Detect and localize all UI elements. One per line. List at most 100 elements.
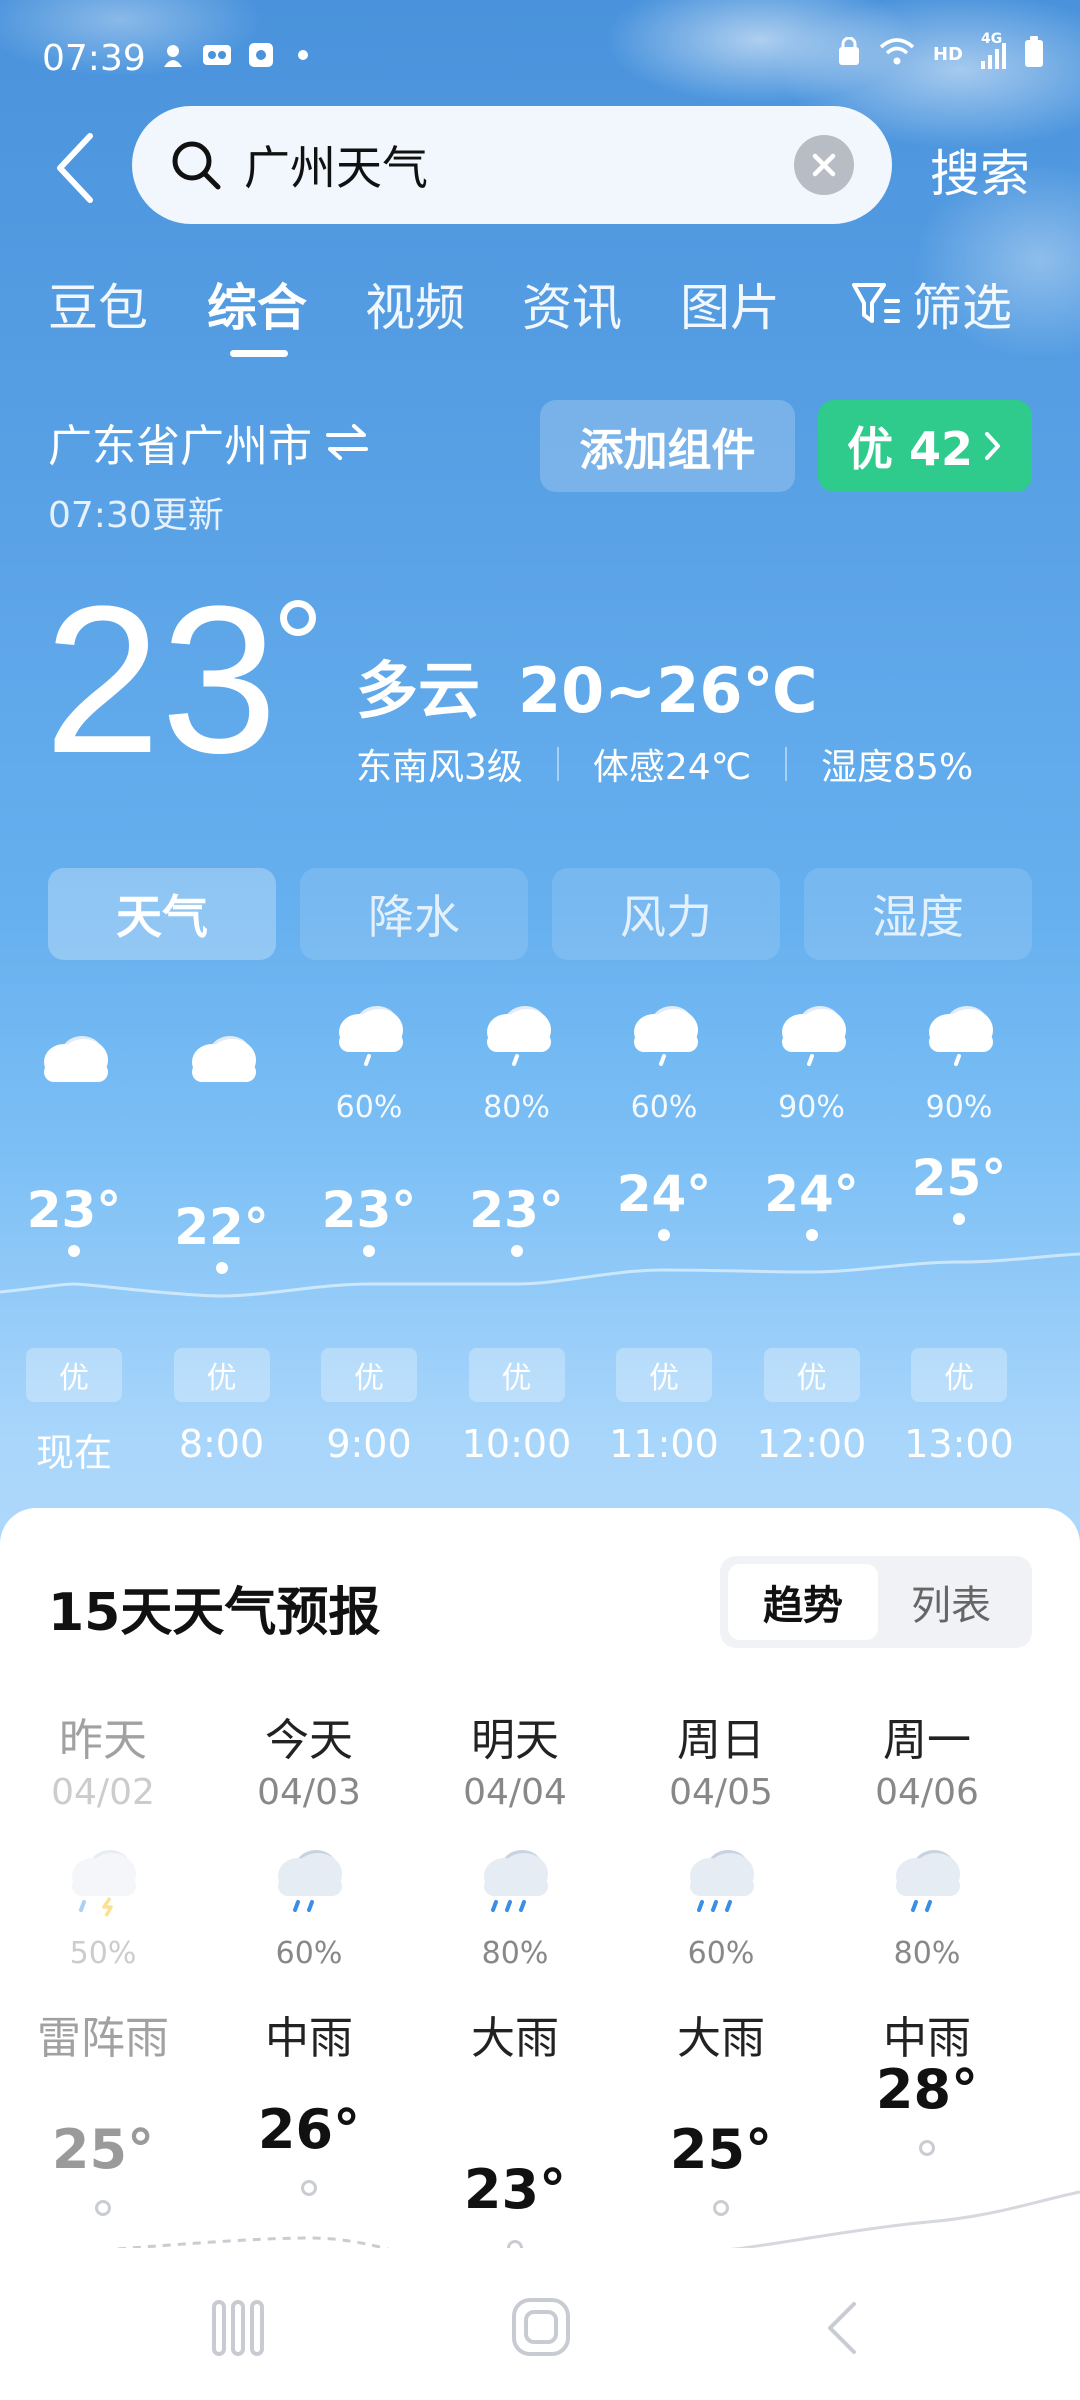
day-date: 04/06 xyxy=(875,1772,979,1813)
view-trend-button[interactable]: 趋势 xyxy=(728,1564,878,1640)
hourly-aqi-badge: 优 xyxy=(911,1348,1007,1402)
day-temperature-point xyxy=(95,2200,111,2216)
humidity: 湿度85% xyxy=(821,747,974,788)
day-condition: 雷阵雨 xyxy=(37,2013,169,2064)
day-name: 周一 xyxy=(883,1715,971,1766)
home-button[interactable] xyxy=(510,2296,572,2362)
hourly-time: 9:00 xyxy=(326,1422,412,1466)
hourly-aqi-badge: 优 xyxy=(468,1348,565,1402)
day-name: 周日 xyxy=(677,1715,765,1766)
hourly-precip-probability: 90% xyxy=(925,1090,993,1125)
hourly-time: 12:00 xyxy=(756,1422,867,1466)
back-button[interactable] xyxy=(46,128,106,208)
mode-tab-weather[interactable]: 天气 xyxy=(48,868,276,960)
back-arrow-icon xyxy=(57,133,93,203)
day-date: 04/04 xyxy=(463,1772,567,1813)
hourly-temperature: 22° xyxy=(174,1197,269,1256)
day-name: 明天 xyxy=(471,1715,559,1766)
switch-location-icon xyxy=(326,424,368,460)
status-time: 07:39 xyxy=(42,38,146,79)
day-date: 04/03 xyxy=(257,1772,361,1813)
hourly-temperature: 24° xyxy=(616,1165,712,1223)
hourly-temperature: 24° xyxy=(764,1165,859,1223)
tab-news[interactable]: 资讯 xyxy=(522,268,622,340)
thunder-rain-icon xyxy=(62,1844,144,1924)
rain-icon xyxy=(919,1000,1001,1070)
hourly-temperature: 23° xyxy=(26,1181,122,1240)
day-high-temperature: 25° xyxy=(669,2118,773,2181)
hourly-temperature-point xyxy=(658,1229,670,1241)
day-high-temperature: 26° xyxy=(257,2098,361,2161)
cloudy-icon xyxy=(182,1030,264,1100)
wind-info: 东南风3级 xyxy=(356,747,523,788)
mode-tab-precipitation[interactable]: 降水 xyxy=(300,868,528,960)
current-temperature: 23 xyxy=(44,562,278,797)
moderate-rain-icon xyxy=(886,1844,968,1924)
filter-button[interactable]: 筛选 xyxy=(850,268,1012,340)
recent-apps-icon xyxy=(212,2300,264,2356)
day-condition: 中雨 xyxy=(883,2013,971,2064)
aqi-label: 优 42 xyxy=(846,422,974,476)
hourly-aqi-badge: 优 xyxy=(26,1348,122,1402)
search-input[interactable]: 广州天气 xyxy=(132,106,892,224)
cloudy-icon xyxy=(34,1030,116,1100)
active-tab-indicator xyxy=(230,350,288,357)
day-high-temperature: 25° xyxy=(51,2118,155,2181)
close-icon xyxy=(812,153,836,177)
mode-tab-humidity[interactable]: 湿度 xyxy=(804,868,1032,960)
feels-like: 体感24℃ xyxy=(592,747,752,788)
mode-tab-wind[interactable]: 风力 xyxy=(552,868,780,960)
home-icon xyxy=(512,2298,570,2356)
hourly-temperature-point xyxy=(215,1261,228,1274)
clear-search-button[interactable] xyxy=(794,135,854,195)
rain-icon xyxy=(772,1000,854,1070)
hourly-precip-probability: 90% xyxy=(778,1090,845,1125)
more-notifications-dot xyxy=(298,50,308,60)
day-precip-probability: 60% xyxy=(275,1936,343,1971)
day-high-temperature: 23° xyxy=(463,2158,567,2221)
day-temperature-point xyxy=(301,2180,317,2196)
hourly-aqi-badge: 优 xyxy=(616,1348,712,1402)
tab-video[interactable]: 视频 xyxy=(365,268,465,340)
add-widget-button[interactable]: 添加组件 xyxy=(540,400,795,492)
battery-icon xyxy=(1024,36,1044,72)
rain-icon xyxy=(477,1000,559,1070)
search-query-text: 广州天气 xyxy=(244,141,428,195)
search-submit-button[interactable]: 搜索 xyxy=(930,134,1030,206)
tab-comprehensive[interactable]: 综合 xyxy=(207,268,307,340)
day-high-temperature: 28° xyxy=(875,2058,979,2121)
day-date: 04/05 xyxy=(669,1772,773,1813)
hourly-temperature-point xyxy=(510,1245,523,1258)
location-selector[interactable]: 广东省广州市 xyxy=(48,410,370,474)
day-condition: 中雨 xyxy=(265,2013,353,2064)
day-precip-probability: 80% xyxy=(893,1936,961,1971)
view-list-button[interactable]: 列表 xyxy=(876,1564,1026,1640)
network-type-label: HD xyxy=(932,43,963,65)
day-condition: 大雨 xyxy=(677,2013,765,2064)
media-notification-icon xyxy=(246,40,276,70)
hourly-aqi-badge: 优 xyxy=(173,1348,270,1402)
tab-images[interactable]: 图片 xyxy=(680,268,780,340)
hourly-time: 8:00 xyxy=(178,1422,265,1466)
voicemail-icon xyxy=(202,40,232,70)
hourly-temperature: 25° xyxy=(911,1148,1007,1207)
forecast-title: 15天天气预报 xyxy=(48,1583,381,1643)
hourly-temperature: 23° xyxy=(469,1181,564,1240)
app-notification-icon xyxy=(158,40,188,70)
aqi-button[interactable]: 优 42 xyxy=(818,400,1032,492)
hourly-aqi-badge: 优 xyxy=(763,1348,860,1402)
hourly-time: 13:00 xyxy=(904,1422,1014,1466)
hourly-time: 现在 xyxy=(35,1431,112,1475)
tab-doubao[interactable]: 豆包 xyxy=(48,268,148,340)
temperature-range: 20~26℃ xyxy=(518,654,818,727)
view-toggle: 趋势 列表 xyxy=(720,1556,1032,1648)
recent-apps-button[interactable] xyxy=(208,2298,268,2362)
search-icon xyxy=(172,141,221,190)
current-condition-line: 多云 20~26℃ xyxy=(356,640,818,730)
day-name: 昨天 xyxy=(59,1715,147,1766)
hourly-temperature-point xyxy=(805,1229,818,1241)
current-condition: 多云 xyxy=(356,654,481,727)
back-nav-button[interactable] xyxy=(820,2298,864,2362)
current-details: 东南风3级 体感24℃ 湿度85% xyxy=(356,738,973,790)
status-notification-icons xyxy=(158,40,308,70)
